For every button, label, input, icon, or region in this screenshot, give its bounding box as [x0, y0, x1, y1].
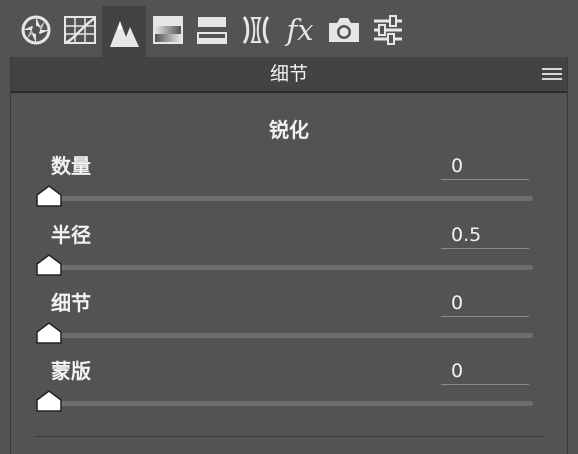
lens-corrections-icon	[242, 16, 270, 44]
slider-thumb[interactable]	[36, 254, 62, 276]
split-toning-icon	[197, 17, 227, 44]
slider-track[interactable]	[36, 265, 533, 270]
tool-effects[interactable]: fx	[278, 8, 322, 52]
hsl-gradient-icon	[153, 16, 183, 44]
tool-presets[interactable]	[366, 8, 410, 52]
slider-track[interactable]	[36, 333, 533, 338]
slider-masking: 蒙版 0	[0, 357, 578, 425]
tool-camera-calibration[interactable]	[322, 8, 366, 52]
slider-label: 细节	[51, 291, 91, 315]
section-title-sharpening: 锐化	[269, 118, 309, 142]
tool-lens-corrections[interactable]	[234, 8, 278, 52]
section-divider	[36, 436, 544, 437]
slider-track[interactable]	[36, 196, 533, 201]
fx-effects-icon: fx	[286, 12, 314, 47]
presets-sliders-icon	[374, 15, 402, 45]
slider-detail: 细节 0	[0, 289, 578, 357]
panel-toolbar: fx	[0, 0, 578, 57]
slider-value-input[interactable]: 0	[441, 357, 529, 385]
slider-thumb[interactable]	[36, 185, 62, 207]
hamburger-menu-icon[interactable]	[542, 66, 562, 82]
slider-label: 半径	[51, 223, 91, 247]
camera-calibration-icon	[329, 18, 359, 42]
tool-tone-curve[interactable]	[58, 8, 102, 52]
slider-label: 蒙版	[51, 359, 91, 383]
slider-amount: 数量 0	[0, 152, 578, 220]
slider-value-input[interactable]: 0.5	[441, 221, 529, 249]
slider-value-input[interactable]: 0	[441, 152, 529, 180]
slider-thumb[interactable]	[36, 322, 62, 344]
slider-thumb[interactable]	[36, 390, 62, 412]
tool-hsl[interactable]	[146, 8, 190, 52]
tone-curve-icon	[64, 16, 96, 45]
detail-mountains-icon	[110, 20, 139, 47]
slider-label: 数量	[51, 154, 91, 178]
slider-radius: 半径 0.5	[0, 221, 578, 289]
tool-split-toning[interactable]	[190, 8, 234, 52]
tool-detail[interactable]	[102, 6, 146, 57]
slider-value-input[interactable]: 0	[441, 289, 529, 317]
panel-header[interactable]: 细节	[10, 57, 568, 93]
slider-track[interactable]	[36, 401, 533, 406]
panel-title: 细节	[269, 63, 308, 85]
detail-panel-window: fx 细节 锐化 数量 0 半径 0.5 细节 0 蒙版 0	[0, 0, 578, 454]
tool-basic[interactable]	[14, 8, 58, 52]
basic-aperture-icon	[21, 15, 51, 45]
